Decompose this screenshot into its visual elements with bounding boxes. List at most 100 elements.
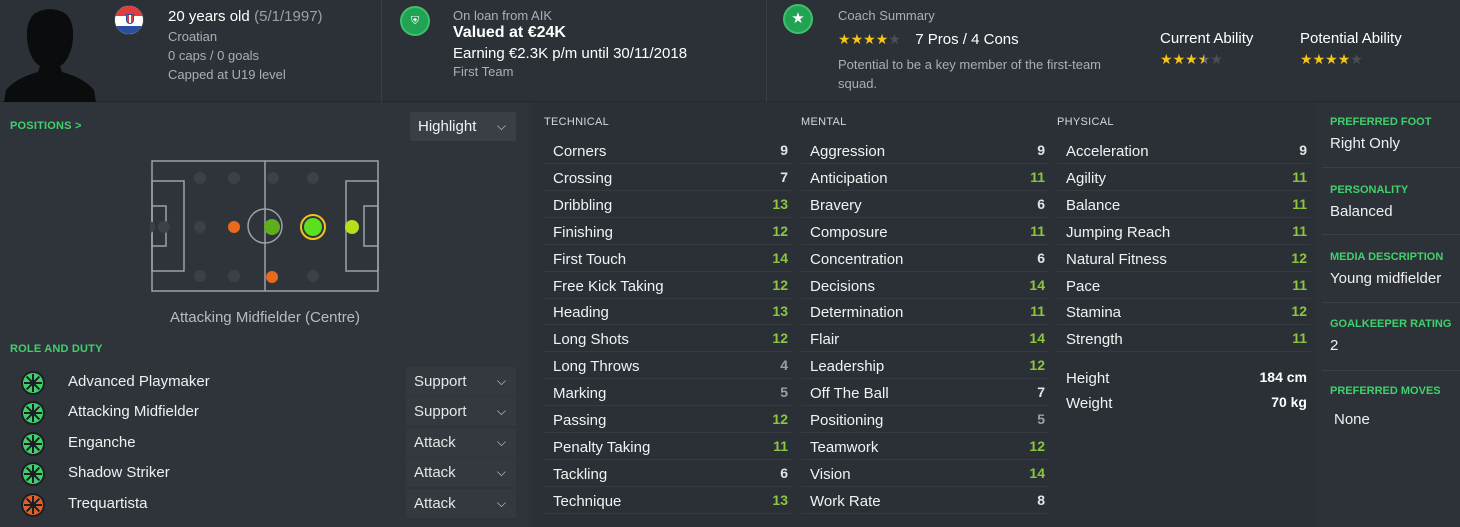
attribute-row[interactable]: First Touch 14 (544, 246, 792, 272)
duty-dropdown[interactable]: Support ⌵ (406, 397, 516, 426)
attribute-row[interactable]: Work Rate 8 (801, 488, 1049, 514)
attribute-value: 14 (772, 249, 788, 266)
role-row[interactable]: Trequartista Attack ⌵ (0, 489, 528, 519)
attribute-name: Flair (810, 331, 840, 349)
role-row[interactable]: Shadow Striker Attack ⌵ (0, 458, 528, 488)
position-dot-st[interactable] (345, 220, 359, 234)
attribute-name: Marking (553, 385, 607, 403)
attribute-row[interactable]: Aggression 9 (801, 138, 1049, 164)
contract-shield-icon: ⛨ (400, 6, 430, 36)
attribute-name: Agility (1066, 169, 1107, 187)
attribute-value: 13 (772, 303, 788, 320)
attribute-value: 13 (772, 491, 788, 508)
attribute-row[interactable]: Marking 5 (544, 380, 792, 407)
current-ability-stars: ★★★★★ (1160, 51, 1223, 67)
duty-dropdown[interactable]: Attack ⌵ (406, 489, 516, 518)
attribute-row[interactable]: Bravery 6 (801, 192, 1049, 218)
attribute-row[interactable]: Long Throws 4 (544, 353, 792, 380)
pros-cons[interactable]: 7 Pros / 4 Cons (915, 31, 1018, 48)
highlight-dropdown[interactable]: Highlight ⌵ (410, 112, 516, 141)
attribute-row[interactable]: Teamwork 12 (801, 434, 1049, 460)
attribute-name: Pace (1066, 277, 1101, 295)
loan-text[interactable]: On loan from AIK (453, 8, 552, 23)
attribute-name: Dribbling (553, 196, 613, 214)
attribute-value: 6 (1037, 195, 1045, 212)
attribute-row[interactable]: Pace 11 (1057, 273, 1311, 299)
attribute-row[interactable]: Dribbling 13 (544, 192, 792, 218)
positions-pitch (150, 160, 379, 292)
attribute-row[interactable]: Natural Fitness 12 (1057, 246, 1311, 272)
attribute-name: Tackling (553, 465, 608, 483)
role-name: Shadow Striker (68, 464, 170, 481)
attribute-name: Determination (810, 304, 904, 322)
duty-value: Attack (414, 434, 456, 451)
player-silhouette-icon (4, 9, 96, 102)
attribute-row[interactable]: Corners 9 (544, 138, 792, 164)
chevron-down-icon: ⌵ (496, 404, 506, 418)
role-row[interactable]: Enganche Attack ⌵ (0, 428, 528, 458)
potential-ability-label: Potential Ability (1300, 30, 1402, 47)
attribute-value: 11 (1292, 276, 1307, 293)
coach-star-icon: ★ (783, 4, 813, 34)
attribute-row[interactable]: Concentration 6 (801, 246, 1049, 272)
attribute-name: Natural Fitness (1066, 250, 1167, 268)
attribute-row[interactable]: Crossing 7 (544, 165, 792, 191)
chevron-down-icon: ⌵ (496, 119, 506, 133)
role-row[interactable]: Advanced Playmaker Support ⌵ (0, 367, 528, 397)
attribute-value: 12 (1291, 249, 1307, 266)
attribute-row[interactable]: Balance 11 (1057, 192, 1311, 218)
attribute-row[interactable]: Free Kick Taking 12 (544, 273, 792, 299)
attribute-row[interactable]: Flair 14 (801, 326, 1049, 353)
attribute-value: 6 (1037, 249, 1045, 266)
media-description-label: MEDIA DESCRIPTION (1330, 251, 1444, 263)
attribute-row[interactable]: Acceleration 9 (1057, 138, 1311, 164)
role-suitability-icon (21, 462, 45, 486)
attribute-row[interactable]: Jumping Reach 11 (1057, 219, 1311, 245)
preferred-foot-label: PREFERRED FOOT (1330, 116, 1432, 128)
weight-value: 70 kg (1271, 394, 1307, 410)
attribute-row[interactable]: Positioning 5 (801, 407, 1049, 433)
role-name: Trequartista (68, 495, 148, 512)
attribute-row[interactable]: Off The Ball 7 (801, 380, 1049, 407)
position-dot-aml[interactable] (266, 271, 278, 283)
duty-dropdown[interactable]: Attack ⌵ (406, 458, 516, 487)
positions-link[interactable]: POSITIONS > (10, 120, 82, 132)
position-dot-mc[interactable] (264, 219, 280, 235)
preferred-foot-value: Right Only (1330, 135, 1401, 152)
attribute-row[interactable]: Heading 13 (544, 299, 792, 326)
attribute-row[interactable]: Determination 11 (801, 299, 1049, 326)
attribute-row[interactable]: Vision 14 (801, 461, 1049, 487)
attribute-row[interactable]: Long Shots 12 (544, 326, 792, 353)
duty-dropdown[interactable]: Support ⌵ (406, 367, 516, 396)
attribute-name: Long Throws (553, 358, 640, 376)
goalkeeper-rating-block: GOALKEEPER RATING 2 (1322, 303, 1460, 371)
attribute-row[interactable]: Technique 13 (544, 488, 792, 514)
attribute-row[interactable]: Tackling 6 (544, 461, 792, 487)
attribute-row[interactable]: Anticipation 11 (801, 165, 1049, 191)
attribute-row[interactable]: Strength 11 (1057, 326, 1311, 353)
attribute-row[interactable]: Agility 11 (1057, 165, 1311, 191)
role-row[interactable]: Attacking Midfielder Support ⌵ (0, 397, 528, 427)
player-age: 20 years old (168, 8, 250, 25)
role-name: Attacking Midfielder (68, 403, 199, 420)
attribute-value: 7 (1037, 384, 1045, 401)
player-value: Valued at €24K (453, 24, 566, 41)
attributes-panel: TECHNICAL MENTAL PHYSICAL Corners 9 Crossi… (531, 103, 1317, 527)
attribute-row[interactable]: Stamina 12 (1057, 299, 1311, 326)
attribute-value: 11 (1030, 222, 1045, 239)
role-suitability-icon (21, 493, 45, 517)
attribute-row[interactable]: Penalty Taking 11 (544, 434, 792, 460)
personality-block: PERSONALITY Balanced (1322, 168, 1460, 235)
attribute-name: Finishing (553, 223, 614, 241)
attribute-row[interactable]: Passing 12 (544, 407, 792, 433)
goalkeeper-rating-value: 2 (1330, 337, 1339, 354)
position-dot-dm[interactable] (228, 221, 240, 233)
attribute-row[interactable]: Decisions 14 (801, 273, 1049, 299)
duty-dropdown[interactable]: Attack ⌵ (406, 428, 516, 457)
attribute-row[interactable]: Leadership 12 (801, 353, 1049, 380)
duty-value: Support (414, 403, 467, 420)
duty-value: Attack (414, 464, 456, 481)
attribute-row[interactable]: Composure 11 (801, 219, 1049, 245)
attribute-row[interactable]: Finishing 12 (544, 219, 792, 245)
attribute-name: Leadership (810, 358, 885, 376)
